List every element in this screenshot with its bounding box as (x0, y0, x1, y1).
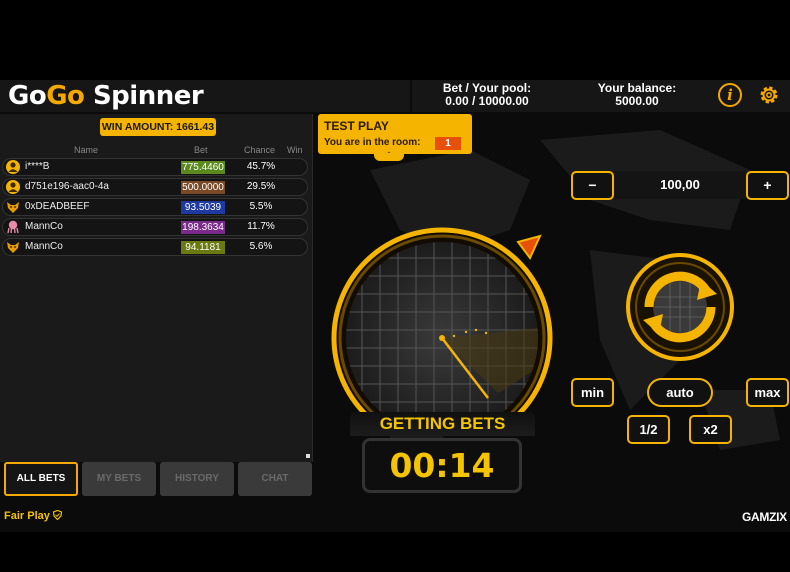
chance-value: 29.5% (246, 181, 276, 192)
fox-avatar (6, 240, 20, 254)
scrollbar[interactable] (306, 454, 310, 458)
fair-play-label: Fair Play (4, 510, 50, 522)
column-bet: Bet (194, 145, 208, 155)
game-status: GETTING BETS (350, 412, 535, 436)
bet-value: 94.1181 (181, 241, 225, 254)
tab-history[interactable]: HISTORY (160, 462, 234, 496)
info-bar: Bet / Your pool: 0.00 / 10000.00 Your ba… (412, 80, 790, 112)
min-bet-button[interactable]: min (571, 378, 614, 407)
user-avatar (6, 160, 20, 174)
spinner-wheel (331, 227, 553, 418)
chance-value: 45.7% (246, 161, 276, 172)
half-bet-button[interactable]: 1/2 (627, 415, 670, 444)
spin-button[interactable] (625, 252, 735, 362)
room-label: You are in the room: (324, 137, 421, 148)
tab-chat[interactable]: CHAT (238, 462, 312, 496)
balance-value: 5000.00 (615, 94, 659, 108)
fair-play-link[interactable]: Fair Play (4, 509, 63, 522)
room-count: 1 (435, 137, 461, 150)
double-bet-button[interactable]: x2 (689, 415, 732, 444)
bet-row: 0xDEADBEEF 93.5039 5.5% (2, 198, 308, 216)
tab-my-bets[interactable]: MY BETS (82, 462, 156, 496)
bet-row: i****B 775.4460 45.7% (2, 158, 308, 176)
pointer-arrow (516, 234, 542, 260)
bet-pool-value: 0.00 / 10000.00 (445, 94, 529, 108)
bet-value: 93.5039 (181, 201, 225, 214)
shield-icon (52, 509, 63, 521)
win-amount-badge: WIN AMOUNT: 1661.43 (100, 118, 216, 136)
logo-bar: GoGo Spinner (0, 80, 410, 112)
info-icon[interactable]: i (718, 83, 742, 107)
chance-value: 5.5% (249, 201, 273, 212)
bets-list: i****B 775.4460 45.7% d751e196-aac0-4a 500.0… (2, 158, 308, 258)
game-logo: GoGo Spinner (8, 81, 204, 111)
column-win: Win (287, 145, 303, 155)
column-name: Name (74, 145, 99, 155)
tab-all-bets[interactable]: ALL BETS (4, 462, 78, 496)
chance-value: 11.7% (247, 221, 275, 232)
balance: Your balance: 5000.00 (582, 82, 692, 108)
test-play-banner: TEST PLAY You are in the room: 1 ˇ (318, 114, 472, 161)
countdown-timer: 00:14 (362, 438, 522, 493)
fox-avatar (6, 200, 20, 214)
provider-logo: GAMZIX (742, 510, 787, 524)
octopus-avatar (6, 220, 20, 234)
bet-row: MannCo 198.3634 11.7% (2, 218, 308, 236)
chevron-down-icon[interactable]: ˇ (374, 151, 404, 161)
bet-pool: Bet / Your pool: 0.00 / 10000.00 (432, 82, 542, 108)
max-bet-button[interactable]: max (746, 378, 789, 407)
test-play-title: TEST PLAY (324, 119, 389, 133)
player-name: MannCo (25, 241, 63, 252)
player-name: d751e196-aac0-4a (25, 181, 109, 192)
bet-row: d751e196-aac0-4a 500.0000 29.5% (2, 178, 308, 196)
gear-icon[interactable] (757, 83, 781, 107)
bet-row: MannCo 94.1181 5.6% (2, 238, 308, 256)
column-chance: Chance (244, 145, 276, 155)
bet-amount-input[interactable]: 100,00 (614, 171, 746, 199)
player-name: MannCo (25, 221, 63, 232)
chance-value: 5.6% (249, 241, 273, 252)
bet-value: 775.4460 (181, 161, 225, 174)
user-avatar (6, 180, 20, 194)
bets-tabs: ALL BETS MY BETS HISTORY CHAT (0, 461, 313, 499)
player-name: i****B (25, 161, 50, 172)
player-name: 0xDEADBEEF (25, 201, 90, 212)
bets-panel: WIN AMOUNT: 1661.43 Name Bet Chance Win … (0, 114, 313, 462)
decrease-bet-button[interactable]: − (571, 171, 614, 200)
increase-bet-button[interactable]: + (746, 171, 789, 200)
bet-value: 198.3634 (181, 221, 225, 234)
game-screen: GoGo Spinner Bet / Your pool: 0.00 / 100… (0, 80, 790, 532)
bet-value: 500.0000 (181, 181, 225, 194)
auto-button[interactable]: auto (647, 378, 713, 407)
